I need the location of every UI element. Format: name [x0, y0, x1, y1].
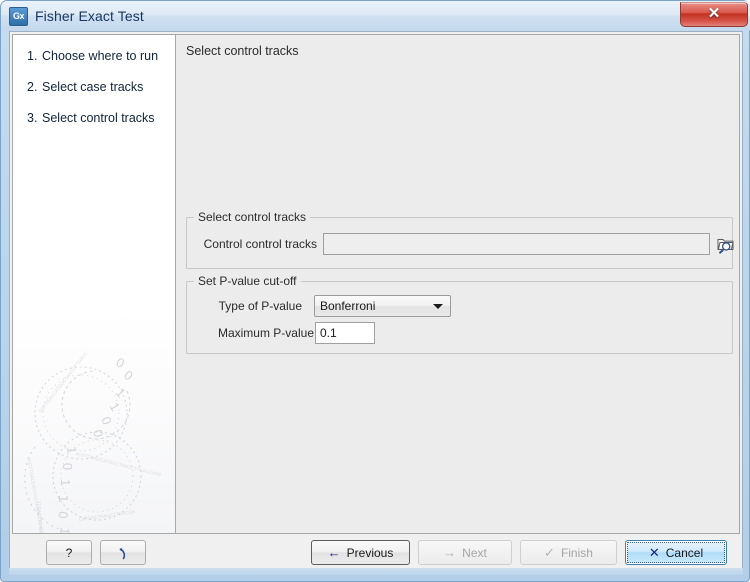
- dialog-client-area: 1. Choose where to run 2. Select case tr…: [9, 31, 743, 568]
- svg-text:CATGGCTAAGCTTGACCA: CATGGCTAAGCTTGACCA: [78, 509, 136, 522]
- app-icon: Gx: [9, 7, 28, 26]
- sidebar-item-label: Choose where to run: [42, 49, 158, 63]
- sidebar-item-label: Select control tracks: [42, 111, 155, 125]
- chevron-down-icon: [433, 304, 443, 309]
- step-number: 1.: [27, 49, 42, 63]
- svg-text:1: 1: [56, 495, 71, 503]
- control-tracks-label: Control control tracks: [194, 237, 317, 251]
- svg-text:1: 1: [106, 400, 123, 414]
- curved-arrow-icon: [112, 545, 128, 561]
- svg-text:ACGTTGACCATGGCTAAGCTTGACCATG: ACGTTGACCATGGCTAAGCTTGACCATG: [75, 451, 162, 477]
- sidebar-item-select-case-tracks[interactable]: 2. Select case tracks: [27, 80, 175, 94]
- arrow-left-icon: ←: [328, 546, 341, 559]
- svg-text:0: 0: [60, 463, 75, 471]
- help-button[interactable]: ?: [46, 540, 92, 565]
- cancel-button[interactable]: ✕ Cancel: [625, 540, 727, 565]
- title-bar: Gx Fisher Exact Test ✕: [1, 1, 750, 31]
- group-title: Select control tracks: [194, 210, 310, 224]
- svg-text:ACGTTGACCATGGCTAAGCTTGACCATGGC: ACGTTGACCATGGCTAAGCTTGACCATGGCTA: [26, 456, 49, 534]
- cancel-button-label: Cancel: [666, 547, 703, 559]
- wizard-step-sidebar: 1. Choose where to run 2. Select case tr…: [12, 34, 175, 534]
- previous-button-label: Previous: [347, 547, 394, 559]
- svg-text:0: 0: [98, 415, 115, 427]
- arrow-right-icon: →: [443, 546, 456, 559]
- window-bottom-strip: [9, 568, 743, 575]
- finish-button-label: Finish: [561, 547, 593, 559]
- svg-text:1: 1: [58, 479, 73, 486]
- svg-text:0: 0: [56, 511, 71, 519]
- close-x-icon: ✕: [649, 546, 660, 559]
- type-of-pvalue-select[interactable]: Bonferroni: [314, 295, 451, 317]
- type-of-pvalue-value: Bonferroni: [320, 299, 375, 313]
- reset-button[interactable]: [100, 540, 146, 565]
- question-mark-icon: ?: [66, 547, 73, 559]
- sidebar-item-label: Select case tracks: [42, 80, 143, 94]
- dialog-content: 1. Choose where to run 2. Select case tr…: [12, 34, 740, 534]
- sidebar-item-select-control-tracks[interactable]: 3. Select control tracks: [27, 111, 175, 125]
- group-set-pvalue-cutoff: Set P-value cut-off Type of P-value Bonf…: [186, 281, 733, 354]
- maximum-pvalue-input[interactable]: [315, 322, 375, 344]
- svg-text:TTGACCATGGCTAAGCTTGACCATGG: TTGACCATGGCTAAGCTTGACCATGG: [36, 501, 47, 534]
- folder-search-icon[interactable]: [716, 234, 736, 254]
- close-icon[interactable]: ✕: [680, 2, 748, 27]
- wizard-step-list: 1. Choose where to run 2. Select case tr…: [13, 35, 175, 125]
- wizard-main-panel: Select control tracks Select control tra…: [175, 34, 740, 534]
- binary-spiral-watermark: 0 0 1 1 0 0 1 0 1 1 0 1 ACGTTGACCA: [19, 351, 175, 534]
- control-tracks-input[interactable]: [323, 233, 710, 255]
- type-of-pvalue-label: Type of P-value: [194, 299, 302, 313]
- group-title: Set P-value cut-off: [194, 274, 301, 288]
- field-row-type-of-pvalue: Type of P-value Bonferroni: [194, 295, 451, 317]
- svg-text:0: 0: [121, 367, 136, 383]
- previous-button[interactable]: ← Previous: [311, 540, 410, 565]
- window-title: Fisher Exact Test: [35, 8, 144, 24]
- field-row-maximum-pvalue: Maximum P-value: [194, 322, 375, 344]
- dialog-button-bar: ? ← Previous → Next ✓ Finish: [12, 538, 740, 567]
- svg-text:GCTTGACCATGGCTAAGCTTGACC: GCTTGACCATGGCTAAGCTTGACC: [38, 351, 89, 414]
- svg-text:1: 1: [57, 527, 73, 534]
- checkmark-icon: ✓: [544, 546, 555, 559]
- svg-text:1: 1: [64, 446, 80, 455]
- dialog-window: Gx Fisher Exact Test ✕ 1. Choose where t…: [0, 0, 750, 582]
- next-button[interactable]: → Next: [418, 540, 512, 565]
- group-select-control-tracks: Select control tracks Control control tr…: [186, 217, 733, 269]
- svg-text:1: 1: [113, 385, 129, 400]
- svg-text:0: 0: [114, 354, 127, 371]
- step-number: 2.: [27, 80, 42, 94]
- finish-button[interactable]: ✓ Finish: [520, 540, 617, 565]
- page-title: Select control tracks: [176, 35, 739, 58]
- step-number: 3.: [27, 111, 42, 125]
- next-button-label: Next: [462, 547, 487, 559]
- field-row-control-tracks: Control control tracks: [194, 233, 736, 255]
- maximum-pvalue-label: Maximum P-value: [194, 326, 314, 340]
- svg-text:0: 0: [90, 428, 106, 439]
- sidebar-item-choose-where-to-run[interactable]: 1. Choose where to run: [27, 49, 175, 63]
